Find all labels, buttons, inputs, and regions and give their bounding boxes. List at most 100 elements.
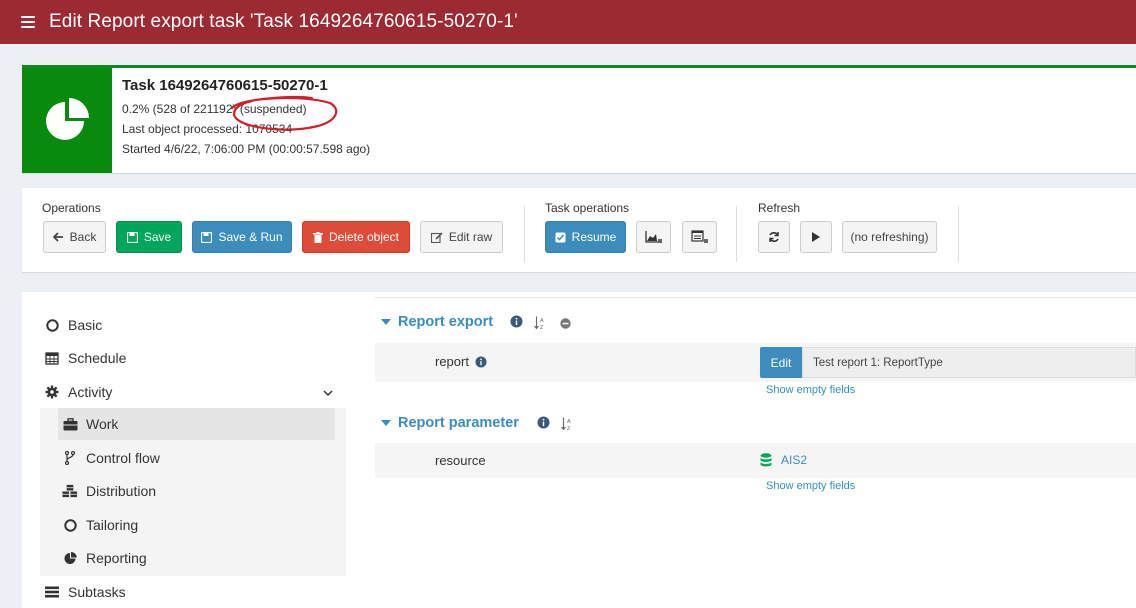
nav-label-control-flow: Control flow <box>86 450 160 466</box>
top-bar: Edit Report export task 'Task 1649264760… <box>0 0 1136 44</box>
list-icon <box>44 584 60 600</box>
field-label-resource: resource <box>435 453 486 468</box>
nav-label-basic: Basic <box>68 317 103 333</box>
resume-button[interactable]: Resume <box>545 221 626 253</box>
nav-label-reporting: Reporting <box>86 550 147 566</box>
nav-item-subtasks[interactable]: Subtasks <box>22 576 355 608</box>
task-name: Task 1649264760615-50270-1 <box>122 77 328 94</box>
caret-down-icon <box>381 318 391 325</box>
nav-label-schedule: Schedule <box>68 350 127 366</box>
section-report-parameter[interactable]: Report parameter <box>381 415 519 431</box>
calendar-icon <box>44 350 60 366</box>
floppy-icon <box>126 231 138 243</box>
nav-item-reporting[interactable]: Reporting <box>22 542 355 574</box>
task-icon-box <box>22 68 112 173</box>
nav-item-control-flow[interactable]: Control flow <box>22 442 355 474</box>
section-title-report-export: Report export <box>398 314 494 330</box>
refresh-label: Refresh <box>758 201 801 215</box>
info-icon[interactable] <box>537 416 550 432</box>
nav-item-activity[interactable]: Activity <box>22 376 355 408</box>
show-empty-fields-link[interactable]: Show empty fields <box>766 384 855 396</box>
code-fork-icon <box>62 450 78 466</box>
back-button[interactable]: Back <box>43 221 106 253</box>
hamburger-icon[interactable] <box>21 13 35 31</box>
nav-item-basic[interactable]: Basic <box>22 309 355 341</box>
edit-raw-button[interactable]: Edit raw <box>420 221 503 253</box>
operations-panel: Operations Back Save Save & Run Delete o… <box>22 188 1136 272</box>
edit-report-label: Edit <box>770 355 792 370</box>
pie-chart-icon <box>46 97 89 140</box>
svg-text:A: A <box>567 419 571 425</box>
sidebar-nav: Basic Schedule Activity Work Control flo… <box>22 292 355 608</box>
divider <box>375 297 1136 298</box>
cubes-icon <box>62 483 78 499</box>
field-row-resource: resource AIS2 <box>375 443 1136 478</box>
nav-item-work[interactable]: Work <box>22 408 355 440</box>
divider <box>524 206 525 262</box>
task-summary-box: Task 1649264760615-50270-1 0.2% (528 of … <box>22 65 1136 173</box>
field-label-resource-text: resource <box>435 453 486 468</box>
briefcase-icon <box>62 416 78 432</box>
arrow-left-icon <box>52 232 63 242</box>
floppy-icon <box>201 231 213 243</box>
save-run-label: Save & Run <box>218 230 283 244</box>
task-operations-label: Task operations <box>545 201 630 215</box>
edit-report-button[interactable]: Edit <box>760 347 802 378</box>
delete-label: Delete object <box>328 230 400 244</box>
field-label-report: report <box>435 354 487 369</box>
task-last-object: Last object processed: 1070534 <box>122 122 293 136</box>
section-report-export[interactable]: Report export <box>381 314 493 330</box>
nav-label-distribution: Distribution <box>86 483 157 499</box>
task-details-button[interactable] <box>682 221 717 253</box>
check-square-icon <box>555 232 566 242</box>
nav-label-work: Work <box>86 416 119 432</box>
save-button[interactable]: Save <box>116 221 182 253</box>
circle-icon <box>62 517 78 533</box>
play-button[interactable] <box>800 221 832 253</box>
section-title-report-parameter: Report parameter <box>398 415 519 431</box>
svg-text:Z: Z <box>540 325 544 330</box>
sort-alpha-icon[interactable]: AZ <box>561 417 573 434</box>
nav-item-distribution[interactable]: Distribution <box>22 475 355 507</box>
nav-label-activity: Activity <box>68 384 113 400</box>
circle-icon <box>44 317 60 333</box>
edit-icon <box>430 231 443 243</box>
minus-circle-icon[interactable] <box>560 317 571 332</box>
report-reference-value: Test report 1: ReportType <box>813 356 943 369</box>
refresh-button[interactable] <box>758 221 790 253</box>
report-reference-field[interactable]: Test report 1: ReportType <box>802 347 1136 378</box>
chevron-down-icon[interactable] <box>323 384 333 400</box>
trash-icon <box>312 231 323 243</box>
info-icon[interactable] <box>510 315 523 331</box>
gear-icon <box>44 384 60 400</box>
resource-link-label: AIS2 <box>781 453 808 467</box>
divider <box>736 206 737 262</box>
save-label: Save <box>143 230 172 244</box>
operations-label: Operations <box>42 201 101 215</box>
resume-label: Resume <box>571 230 617 244</box>
task-progress: 0.2% (528 of 221192) (suspended) <box>122 102 307 116</box>
show-empty-fields-link[interactable]: Show empty fields <box>766 480 855 492</box>
statistics-button[interactable] <box>636 221 671 253</box>
play-icon <box>812 232 820 242</box>
field-row-report: report Edit Test report 1: ReportType <box>375 343 1136 382</box>
pie-chart-icon <box>62 550 78 566</box>
refresh-icon <box>769 232 779 242</box>
database-icon <box>760 453 772 467</box>
main-content: Report export AZ report Edit Test report… <box>355 292 1136 608</box>
list-alt-icon <box>690 230 708 243</box>
delete-object-button[interactable]: Delete object <box>302 221 410 253</box>
sort-alpha-icon[interactable]: AZ <box>534 316 546 333</box>
resource-link[interactable]: AIS2 <box>760 453 807 467</box>
refresh-interval-button[interactable]: (no refreshing) <box>842 221 937 253</box>
nav-item-schedule[interactable]: Schedule <box>22 342 355 374</box>
caret-down-icon <box>381 419 391 426</box>
info-icon[interactable] <box>475 355 487 368</box>
field-label-report-text: report <box>435 354 469 369</box>
page-title: Edit Report export task 'Task 1649264760… <box>49 11 518 32</box>
nav-item-tailoring[interactable]: Tailoring <box>22 509 355 541</box>
nav-label-tailoring: Tailoring <box>86 517 139 533</box>
task-started: Started 4/6/22, 7:06:00 PM (00:00:57.598… <box>122 142 371 156</box>
save-and-run-button[interactable]: Save & Run <box>192 221 292 253</box>
nav-label-subtasks: Subtasks <box>68 584 126 600</box>
